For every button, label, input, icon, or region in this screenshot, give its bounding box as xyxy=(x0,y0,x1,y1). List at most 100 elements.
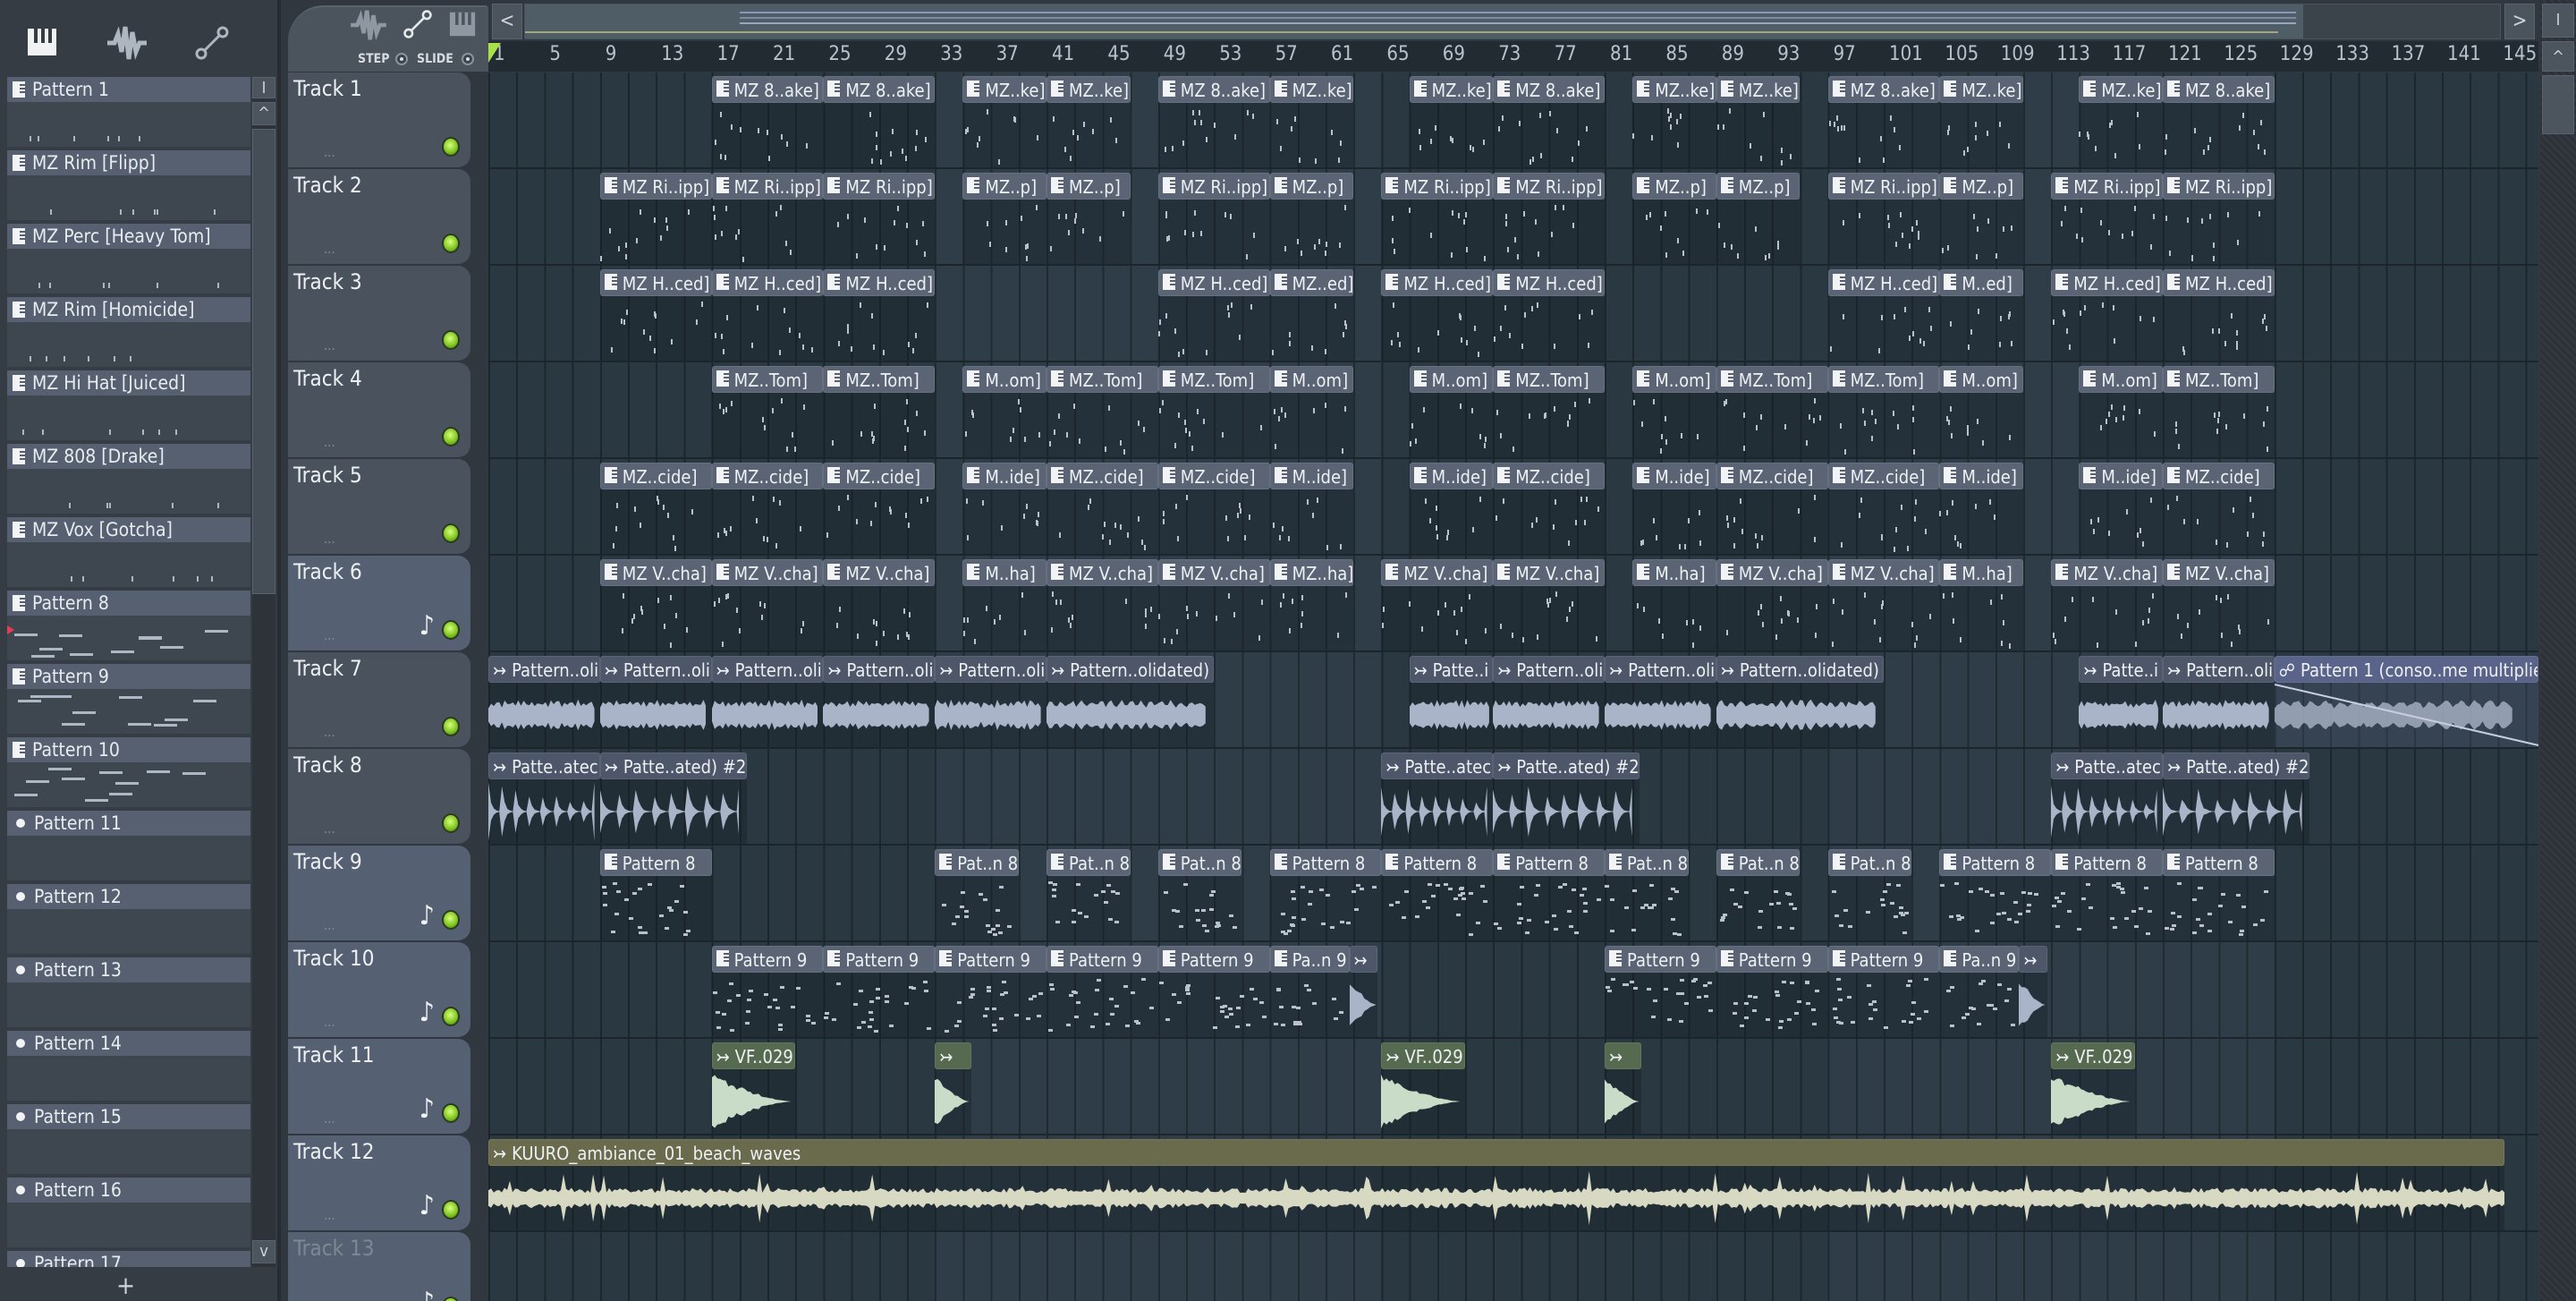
pattern-item[interactable]: Pattern 14 xyxy=(7,1031,250,1101)
clip-header[interactable]: MZ..Tom] xyxy=(1157,366,1270,393)
track-row[interactable]: MZ..cide] MZ..cide] MZ..cide] M..ide] MZ..ci… xyxy=(488,459,2538,556)
clip-header[interactable]: M..om] xyxy=(1269,366,1354,393)
clip-header[interactable]: MZ H..ced] xyxy=(1827,269,1940,296)
playlist-clip[interactable]: MZ Ri..ipp] xyxy=(1827,173,1940,264)
track-mute-led[interactable] xyxy=(442,137,460,157)
scroll-thumb[interactable] xyxy=(252,129,275,594)
playlist-clip[interactable]: M..ha] xyxy=(1632,559,1716,650)
clip-header[interactable]: Pattern 8 xyxy=(2051,849,2163,876)
clip-header[interactable]: ↣ Pattern..oli xyxy=(599,656,712,683)
pattern-item[interactable]: Pattern 8 xyxy=(7,591,250,660)
track-mute-led[interactable] xyxy=(442,1200,460,1220)
clip-header[interactable]: Pattern 9 xyxy=(1046,946,1158,973)
playlist-clip[interactable]: Pa..n 9 xyxy=(1939,946,2020,1037)
clip-header[interactable]: Pattern 8 xyxy=(1939,849,2052,876)
track-row[interactable]: MZ Ri..ipp] MZ Ri..ipp] MZ Ri..ipp] MZ..p] M… xyxy=(488,169,2538,266)
track-options-icon[interactable]: … xyxy=(324,242,336,257)
playlist-clip[interactable]: Pat..n 8 xyxy=(1716,849,1801,940)
clip-header[interactable]: MZ..ke] xyxy=(1046,76,1131,103)
scroll-thumb[interactable] xyxy=(2542,75,2574,134)
track-name[interactable]: Track 12 xyxy=(293,1139,374,1164)
clip-header[interactable]: ↣ xyxy=(2019,946,2047,973)
add-pattern-button[interactable]: + xyxy=(116,1271,135,1300)
track-mute-led[interactable] xyxy=(442,813,460,833)
track-name[interactable]: Track 13 xyxy=(293,1236,374,1261)
playlist-clip[interactable]: ↣ Patte..atec xyxy=(2051,753,2163,844)
clip-header[interactable]: ↣ Pattern..olidated) xyxy=(1716,656,1884,683)
track-name[interactable]: Track 7 xyxy=(293,656,362,681)
clip-header[interactable]: M..om] xyxy=(1409,366,1494,393)
clip-header[interactable]: MZ..cide] xyxy=(711,463,824,489)
track-header[interactable]: Track 6… ♪ xyxy=(288,556,470,650)
playlist-clip[interactable]: M..ide] xyxy=(2079,463,2163,554)
clip-header[interactable]: MZ V..cha] xyxy=(1157,559,1270,586)
clip-header[interactable]: MZ..ed] xyxy=(1269,269,1354,296)
playlist-clip[interactable]: M..ed] xyxy=(1939,269,2023,361)
track-mute-led[interactable] xyxy=(442,1103,460,1123)
playlist-clip[interactable]: Pat..n 8 xyxy=(1827,849,1912,940)
track-name[interactable]: Track 1 xyxy=(293,76,362,101)
track-header[interactable]: Track 10… ♪ xyxy=(288,942,470,1037)
clip-header[interactable]: ↣ xyxy=(1349,946,1377,973)
playlist-clip[interactable]: MZ..cide] xyxy=(711,463,824,554)
track-options-icon[interactable]: … xyxy=(324,1112,336,1127)
playlist-clip[interactable]: MZ 8..ake] xyxy=(1493,76,1605,167)
clip-header[interactable]: ↣ Pattern..oli xyxy=(1493,656,1605,683)
track-name[interactable]: Track 2 xyxy=(293,173,362,198)
clip-header[interactable]: MZ H..ced] xyxy=(2163,269,2275,296)
playlist-clip[interactable]: Pattern 8 xyxy=(1939,849,2052,940)
playlist-clip[interactable]: MZ..ke] xyxy=(2079,76,2163,167)
pattern-item[interactable]: MZ Rim [Homicide] xyxy=(7,297,250,367)
clip-header[interactable]: MZ..Tom] xyxy=(1827,366,1940,393)
track-options-icon[interactable]: … xyxy=(324,822,336,837)
playlist-clip[interactable]: MZ..cide] xyxy=(1046,463,1158,554)
picker-scrollbar[interactable]: I ^ v xyxy=(252,77,275,1267)
clip-header[interactable]: MZ H..ced] xyxy=(823,269,936,296)
clip-header[interactable]: MZ 8..ake] xyxy=(823,76,936,103)
playlist-clip[interactable]: MZ 8..ake] xyxy=(2163,76,2275,167)
track-mute-led[interactable] xyxy=(442,1007,460,1026)
pattern-item[interactable]: MZ Hi Hat [Juiced] xyxy=(7,370,250,440)
track-name[interactable]: Track 5 xyxy=(293,463,362,488)
playlist-clip[interactable]: MZ Ri..ipp] xyxy=(823,173,936,264)
playlist-clip[interactable]: MZ..Tom] xyxy=(1716,366,1828,457)
track-options-icon[interactable]: … xyxy=(324,436,336,450)
playlist-clip[interactable]: ↣ Patte..i xyxy=(1409,656,1494,747)
playlist-clip[interactable]: ↣ Pattern..olidated) xyxy=(1046,656,1215,747)
automation-clip-icon[interactable] xyxy=(402,9,433,46)
track-options-icon[interactable]: … xyxy=(324,1016,336,1030)
playlist-clip[interactable]: MZ V..cha] xyxy=(1046,559,1158,650)
clip-header[interactable]: MZ V..cha] xyxy=(1716,559,1828,586)
clip-header[interactable]: MZ..ha] xyxy=(1269,559,1354,586)
playlist-clip[interactable]: Pat..n 8 xyxy=(1157,849,1242,940)
track-row[interactable]: Pattern 8 Pat..n 8 Pat..n 8 Pat..n 8 Pattern… xyxy=(488,846,2538,942)
clip-header[interactable]: MZ V..cha] xyxy=(599,559,712,586)
clip-header[interactable]: MZ..cide] xyxy=(1157,463,1270,489)
clip-header[interactable]: MZ..cide] xyxy=(599,463,712,489)
clip-header[interactable]: Pat..n 8 xyxy=(1827,849,1912,876)
track-options-icon[interactable]: … xyxy=(324,1209,336,1223)
track-header[interactable]: Track 7… xyxy=(288,652,470,747)
playlist-clip[interactable]: MZ V..cha] xyxy=(2051,559,2163,650)
clip-header[interactable]: MZ..Tom] xyxy=(711,366,824,393)
playlist-clip[interactable]: MZ H..ced] xyxy=(599,269,712,361)
playlist-clip[interactable]: ↣ VF..029 xyxy=(711,1042,796,1134)
playlist-clip[interactable]: Pattern 9 xyxy=(935,946,1046,1037)
automation-clip-icon[interactable] xyxy=(190,25,234,70)
scroll-left-button[interactable]: < xyxy=(492,4,522,39)
playlist-clip[interactable]: MZ..ed] xyxy=(1269,269,1354,361)
clip-header[interactable]: ↣ Pattern..oli xyxy=(1605,656,1716,683)
clip-header[interactable]: MZ..p] xyxy=(1716,173,1801,200)
track-header[interactable]: Track 13…♪ xyxy=(288,1232,470,1301)
playlist-clip[interactable]: MZ 8..ake] xyxy=(823,76,936,167)
clip-header[interactable]: MZ..cide] xyxy=(823,463,936,489)
playlist-clip[interactable]: Pat..n 8 xyxy=(935,849,1019,940)
playlist-clip[interactable]: MZ..ke] xyxy=(1939,76,2023,167)
clip-header[interactable]: MZ V..cha] xyxy=(1493,559,1605,586)
playlist-clip[interactable]: MZ..Tom] xyxy=(1827,366,1940,457)
step-radio[interactable] xyxy=(395,53,408,65)
playlist-clip[interactable]: ↣ Patte..ated) #2 xyxy=(1493,753,1640,844)
playlist-clip[interactable]: MZ V..cha] xyxy=(2163,559,2275,650)
clip-header[interactable]: ↣ Patte..atec xyxy=(1381,753,1494,779)
vertical-scrollbar[interactable]: I ^ xyxy=(2540,0,2576,1301)
